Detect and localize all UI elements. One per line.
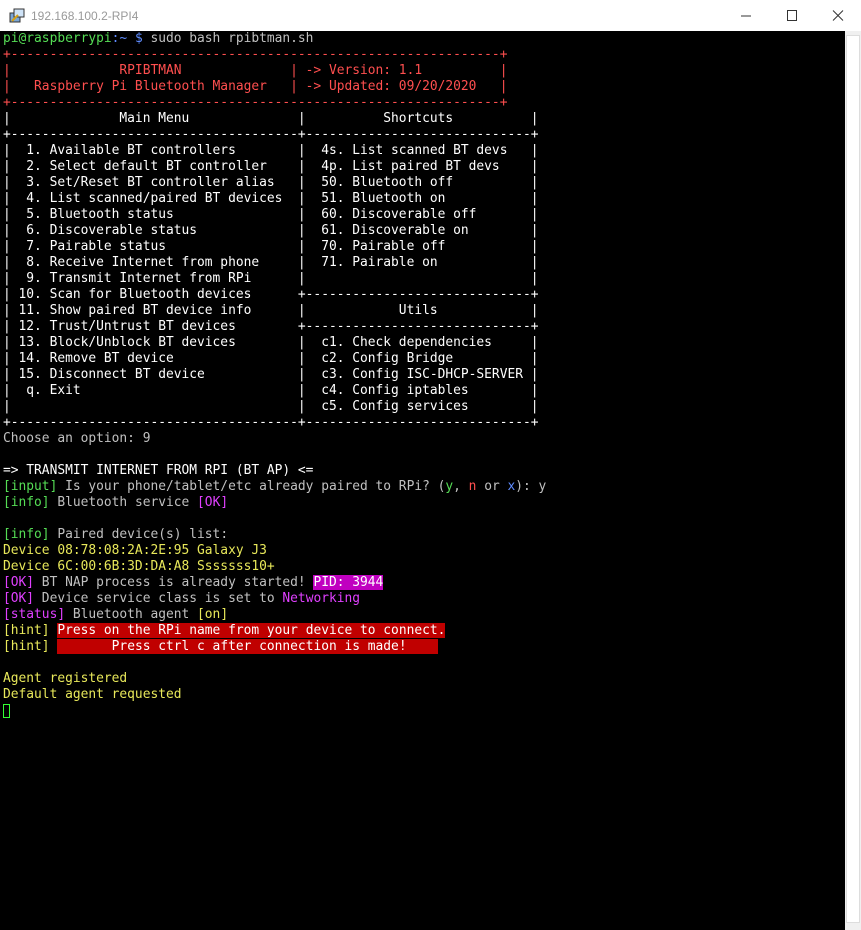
menu-row: | 2. Select default BT controller | 4p. … bbox=[3, 159, 539, 174]
prompt-command: sudo bash rpibtman.sh bbox=[142, 31, 314, 46]
hint-tag: [hint] bbox=[3, 623, 50, 638]
service-class-line: [OK] Device service class is set to Netw… bbox=[3, 591, 546, 607]
agent-status-text: Bluetooth agent bbox=[65, 607, 198, 622]
close-icon bbox=[832, 10, 844, 21]
window-title: 192.168.100.2-RPI4 bbox=[31, 9, 139, 23]
menu-row: | 15. Disconnect BT device | c3. Config … bbox=[3, 367, 539, 382]
maximize-button[interactable] bbox=[769, 0, 815, 31]
hint-tag: [hint] bbox=[3, 639, 50, 654]
menu-row: | 12. Trust/Untrust BT devices +--------… bbox=[3, 319, 539, 334]
paired-list-text: Paired device(s) list: bbox=[49, 527, 229, 542]
prompt-path: :~ $ bbox=[111, 31, 143, 46]
bt-service-status: [OK] bbox=[197, 495, 229, 510]
menu-row: | 7. Pairable status | 70. Pairable off … bbox=[3, 239, 539, 254]
cursor-line[interactable] bbox=[3, 703, 546, 719]
prompt-user-host: pi@raspberrypi bbox=[3, 31, 112, 46]
menu-row: | q. Exit | c4. Config iptables | bbox=[3, 383, 539, 398]
nap-line: [OK] BT NAP process is already started! … bbox=[3, 575, 546, 591]
input-answer: ): y bbox=[515, 479, 547, 494]
menu-row: | 1. Available BT controllers | 4s. List… bbox=[3, 143, 539, 158]
input-question: Is your phone/tablet/etc already paired … bbox=[57, 479, 446, 494]
banner-app-row: | RPIBTMAN | -> Version: 1.1 | bbox=[3, 63, 508, 78]
minimize-icon bbox=[741, 15, 751, 17]
hint-line: [hint] Press ctrl c after connection is … bbox=[3, 639, 546, 655]
title-bar[interactable]: 192.168.100.2-RPI4 bbox=[0, 0, 861, 32]
info-tag: [info] bbox=[3, 527, 50, 542]
input-separator: , bbox=[453, 479, 469, 494]
terminal-window: 192.168.100.2-RPI4 pi@raspberrypi:~ $ su… bbox=[0, 0, 861, 930]
menu-row: | 13. Block/Unblock BT devices | c1. Che… bbox=[3, 335, 539, 350]
ok-tag: [OK] bbox=[3, 591, 35, 606]
pid-badge: PID: 3944 bbox=[313, 575, 384, 590]
menu-row: +-------------------------------------+-… bbox=[3, 127, 539, 142]
option-y: y bbox=[445, 479, 454, 494]
banner-border-bottom: +---------------------------------------… bbox=[3, 95, 508, 110]
menu-row: | 10. Scan for Bluetooth devices +------… bbox=[3, 287, 539, 302]
menu-row: | | c5. Config services | bbox=[3, 399, 539, 414]
hint-line: [hint] Press on the RPi name from your d… bbox=[3, 623, 546, 639]
menu-row: | Main Menu | Shortcuts | bbox=[3, 111, 539, 126]
section-title: => TRANSMIT INTERNET FROM RPI (BT AP) <= bbox=[3, 463, 314, 478]
bt-service-text: Bluetooth service bbox=[49, 495, 198, 510]
service-class-value: Networking bbox=[282, 591, 361, 606]
banner-desc-row: | Raspberry Pi Bluetooth Manager | -> Up… bbox=[3, 79, 508, 94]
terminal-cursor[interactable] bbox=[3, 703, 10, 718]
choose-option-line: Choose an option: 9 bbox=[3, 431, 151, 446]
nap-text: BT NAP process is already started! bbox=[34, 575, 314, 590]
agent-requested-line: Default agent requested bbox=[3, 687, 182, 702]
agent-status-line: [status] Bluetooth agent [on] bbox=[3, 607, 546, 623]
menu-row: | 4. List scanned/paired BT devices | 51… bbox=[3, 191, 539, 206]
menu-row: | 6. Discoverable status | 61. Discovera… bbox=[3, 223, 539, 238]
input-line: [input] Is your phone/tablet/etc already… bbox=[3, 479, 546, 495]
bt-service-line: [info] Bluetooth service [OK] bbox=[3, 495, 546, 511]
vertical-scrollbar[interactable] bbox=[845, 31, 861, 930]
menu-row: | 9. Transmit Internet from RPi | | bbox=[3, 271, 539, 286]
maximize-icon bbox=[787, 10, 797, 21]
paired-list-line: [info] Paired device(s) list: bbox=[3, 527, 546, 543]
device-line: Device 08:78:08:2A:2E:95 Galaxy J3 bbox=[3, 543, 267, 558]
banner-border-top: +---------------------------------------… bbox=[3, 47, 508, 62]
menu-row: | 11. Show paired BT device info | Utils… bbox=[3, 303, 539, 318]
status-tag: [status] bbox=[3, 607, 66, 622]
minimize-button[interactable] bbox=[723, 0, 769, 31]
prompt-line: pi@raspberrypi:~ $ sudo bash rpibtman.sh bbox=[3, 31, 546, 47]
input-tag: [input] bbox=[3, 479, 58, 494]
hint-text: Press ctrl c after connection is made! bbox=[57, 639, 407, 654]
info-tag: [info] bbox=[3, 495, 50, 510]
menu-row: +-------------------------------------+-… bbox=[3, 415, 539, 430]
menu-row: | 3. Set/Reset BT controller alias | 50.… bbox=[3, 175, 539, 190]
scrollbar-thumb[interactable] bbox=[846, 35, 860, 923]
device-line: Device 6C:00:6B:3D:DA:A8 Sssssss10+ bbox=[3, 559, 275, 574]
hint-text: Press on the RPi name from your device t… bbox=[57, 623, 446, 638]
main-menu-table: | Main Menu | Shortcuts | +--------------… bbox=[3, 111, 546, 431]
menu-row: | 8. Receive Internet from phone | 71. P… bbox=[3, 255, 539, 270]
close-button[interactable] bbox=[815, 0, 861, 31]
menu-row: | 5. Bluetooth status | 60. Discoverable… bbox=[3, 207, 539, 222]
agent-status-value: [on] bbox=[197, 607, 229, 622]
agent-registered-line: Agent registered bbox=[3, 671, 128, 686]
input-separator: or bbox=[476, 479, 508, 494]
terminal-output[interactable]: pi@raspberrypi:~ $ sudo bash rpibtman.sh… bbox=[0, 31, 845, 930]
ok-tag: [OK] bbox=[3, 575, 35, 590]
putty-icon[interactable] bbox=[9, 8, 25, 24]
menu-row: | 14. Remove BT device | c2. Config Brid… bbox=[3, 351, 539, 366]
service-class-text: Device service class is set to bbox=[34, 591, 283, 606]
